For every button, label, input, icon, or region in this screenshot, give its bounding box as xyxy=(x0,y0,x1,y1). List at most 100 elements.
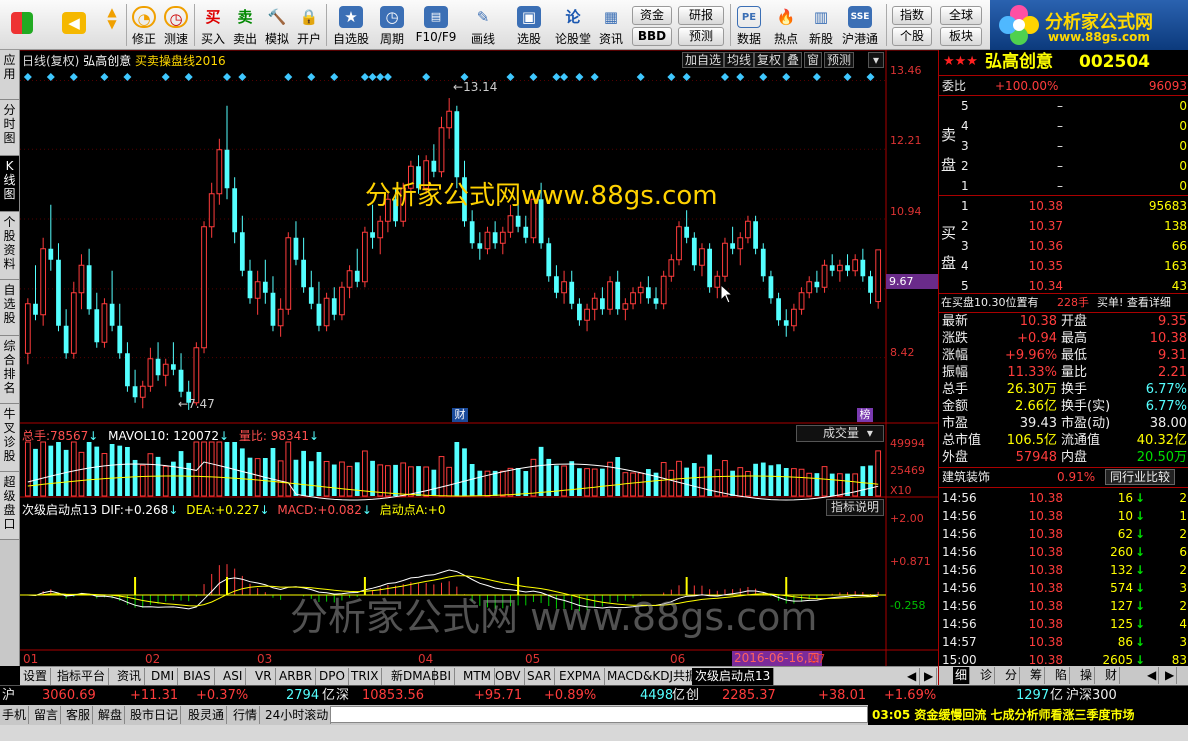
orderbook-row[interactable]: 2 10.37 138 xyxy=(939,217,1188,235)
capital-button[interactable]: 资金 xyxy=(632,6,672,25)
shortcut-button[interactable]: 客服 xyxy=(64,706,94,724)
windows-logo-button[interactable] xyxy=(4,0,40,50)
indicator-tab[interactable]: BBI xyxy=(428,668,456,685)
tab-kline[interactable]: K线图 xyxy=(0,156,19,212)
window-button[interactable]: 窗 xyxy=(804,52,823,68)
indicator-tab[interactable]: 次级启动点13 xyxy=(692,668,775,685)
forecast-button[interactable]: 预测 xyxy=(678,27,724,46)
period-button[interactable]: ◷ 周期 xyxy=(374,0,410,50)
global-button[interactable]: 全球 xyxy=(940,6,982,25)
orderbook-row[interactable]: 3 – 0 xyxy=(939,137,1188,155)
ma-button[interactable]: 均线 xyxy=(724,52,755,68)
indicator-tab[interactable]: 设置 xyxy=(20,668,52,685)
quote-panel-tab[interactable]: 分 xyxy=(1003,667,1021,684)
hot-button[interactable]: 🔥 热点 xyxy=(770,0,802,50)
tab-super-panel[interactable]: 超级盘口 xyxy=(0,472,19,540)
draw-line-button[interactable]: ✎ 画线 xyxy=(462,0,504,50)
new-stock-button[interactable]: ▥ 新股 xyxy=(806,0,836,50)
orderbook-row[interactable]: 2 – 0 xyxy=(939,157,1188,175)
quote-panel-tab[interactable]: 陷 xyxy=(1053,667,1071,684)
indicator-help-button[interactable]: 指标说明 xyxy=(826,499,884,516)
orderbook-row[interactable]: 1 – 0 xyxy=(939,177,1188,195)
tab-scroll-right-icon[interactable]: ▶ xyxy=(1163,667,1178,684)
volume-axis-label: 25469 xyxy=(890,464,925,477)
shortcut-button[interactable]: 24小时滚动 xyxy=(263,706,332,724)
tab-diagnosis[interactable]: 牛叉诊股 xyxy=(0,404,19,472)
shhk-button[interactable]: SSE 沪港通 xyxy=(840,0,880,50)
indicator-tab[interactable]: MTM xyxy=(460,668,496,685)
indicator-tab[interactable]: DMI xyxy=(148,668,179,685)
quote-panel-tab[interactable]: 诊 xyxy=(978,667,996,684)
open-account-button[interactable]: 🔒 开户 xyxy=(294,0,324,50)
forecast-tool-button[interactable]: 预测 xyxy=(824,52,855,68)
indicator-tab[interactable]: VR xyxy=(252,668,276,685)
queue-notice[interactable]: 在买盘10.30位置有 228手 买单! 查看详细 xyxy=(939,294,1188,312)
rank-badge[interactable]: 榜 xyxy=(857,408,873,422)
finance-badge[interactable]: 财 xyxy=(452,408,468,422)
shortcut-button[interactable]: 手机 xyxy=(0,706,30,724)
shortcut-button[interactable]: 股市日记 xyxy=(128,706,182,724)
news-button[interactable]: ▦ 资讯 xyxy=(596,0,626,50)
shortcut-button[interactable]: 解盘 xyxy=(96,706,126,724)
research-button[interactable]: 研报 xyxy=(678,6,724,25)
sell-button[interactable]: 卖 卖出 xyxy=(230,0,260,50)
adjust-button[interactable]: 复权 xyxy=(754,52,785,68)
queue-link[interactable]: 买单! 查看详细 xyxy=(1097,294,1171,312)
speedtest-button[interactable]: ◷ 测速 xyxy=(160,0,192,50)
tab-ranking[interactable]: 综合排名 xyxy=(0,336,19,404)
industry-compare-button[interactable]: 同行业比较 xyxy=(1105,469,1176,485)
orderbook-row[interactable]: 5 – 0 xyxy=(939,97,1188,115)
simulate-button[interactable]: 🔨 模拟 xyxy=(262,0,292,50)
watchlist-button[interactable]: ★ 自选股 xyxy=(330,0,372,50)
tab-watchlist[interactable]: 自选股 xyxy=(0,280,19,336)
updown-button[interactable]: ▲ ▼ xyxy=(98,0,126,50)
scroll-left-icon[interactable]: ◀ xyxy=(904,668,920,685)
data-button[interactable]: PE 数据 xyxy=(734,0,764,50)
buy-button[interactable]: 买 买入 xyxy=(198,0,228,50)
shortcut-button[interactable]: 行情 xyxy=(231,706,261,724)
quote-panel-tab[interactable]: 操 xyxy=(1078,667,1096,684)
orderbook-row[interactable]: 1 10.38 95683 xyxy=(939,197,1188,215)
indicator-tab[interactable]: TRIX xyxy=(348,668,383,685)
single-stock-button[interactable]: 个股 xyxy=(892,27,932,46)
tool-dropdown-button[interactable]: ▾ xyxy=(868,52,884,68)
hs300-label[interactable]: 沪深300 xyxy=(1066,686,1117,706)
add-watchlist-button[interactable]: 加自选 xyxy=(682,52,725,68)
quote-panel-tab[interactable]: 筹 xyxy=(1028,667,1046,684)
news-ticker[interactable]: 03:05 资金缓慢回流 七成分析师看涨三季度市场 xyxy=(868,705,1188,725)
quote-panel-tab[interactable]: 细 xyxy=(953,667,971,684)
indicator-tab[interactable]: MACD&KDJ共振 xyxy=(604,668,701,685)
back-button[interactable]: ◀ xyxy=(58,0,90,50)
tab-stock-info[interactable]: 个股资料 xyxy=(0,212,19,280)
indicator-tab[interactable]: ASI xyxy=(220,668,247,685)
overlay-button[interactable]: 叠 xyxy=(784,52,803,68)
indicator-tab[interactable]: 指标平台 xyxy=(54,668,110,685)
indicator-tab[interactable]: ARBR xyxy=(276,668,317,685)
shortcut-button[interactable]: 留言 xyxy=(32,706,62,724)
forum-button[interactable]: 论 论股堂 xyxy=(552,0,594,50)
tab-scroll-left-icon[interactable]: ◀ xyxy=(1145,667,1160,684)
volume-indicator-dropdown[interactable]: 成交量 ▾ xyxy=(796,425,884,442)
tab-apps[interactable]: 应用 xyxy=(0,50,19,100)
tab-intraday[interactable]: 分时图 xyxy=(0,100,19,156)
orderbook-row[interactable]: 4 10.35 163 xyxy=(939,257,1188,275)
orderbook-row[interactable]: 4 – 0 xyxy=(939,117,1188,135)
fix-button[interactable]: ◔ 修正 xyxy=(130,0,158,50)
indicator-tab[interactable]: OBV xyxy=(492,668,525,685)
kline-chart-area[interactable]: 日线(复权) 弘高创意 买卖操盘线2016 加自选 均线 复权 叠 窗 预测 ▾… xyxy=(20,50,938,666)
indicator-tab[interactable]: BIAS xyxy=(180,668,215,685)
orderbook-row[interactable]: 3 10.36 66 xyxy=(939,237,1188,255)
indicator-tab[interactable]: DPO xyxy=(316,668,349,685)
stock-select-button[interactable]: ▣ 选股 xyxy=(508,0,550,50)
bbd-button[interactable]: BBD xyxy=(632,27,672,46)
quote-label: 涨幅 xyxy=(942,348,969,363)
shortcut-button[interactable]: 股灵通 xyxy=(186,706,228,724)
indicator-tab[interactable]: EXPMA xyxy=(556,668,605,685)
sector-button[interactable]: 板块 xyxy=(940,27,982,46)
scroll-right-icon[interactable]: ▶ xyxy=(921,668,937,685)
f10-button[interactable]: ▤ F10/F9 xyxy=(414,0,458,50)
indicator-tab[interactable]: SAR xyxy=(524,668,556,685)
indicator-tab[interactable]: 资讯 xyxy=(114,668,146,685)
quote-panel-tab[interactable]: 财 xyxy=(1103,667,1121,684)
index-button[interactable]: 指数 xyxy=(892,6,932,25)
